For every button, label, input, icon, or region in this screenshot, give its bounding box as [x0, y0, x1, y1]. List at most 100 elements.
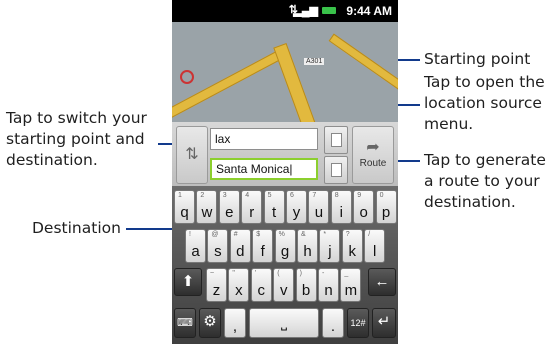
callout-switch: Tap to switch your starting point and de…	[6, 109, 147, 169]
key-label: c	[257, 282, 266, 299]
location-source-icon	[331, 163, 342, 177]
destination-field[interactable]: Santa Monica|	[210, 158, 318, 180]
key-h[interactable]: & h	[297, 229, 318, 263]
backspace-icon: ←	[374, 273, 390, 290]
period-key[interactable]: .	[322, 308, 344, 338]
starting-point-value: lax	[215, 132, 231, 146]
callout-route: Tap to generate a route to your destinat…	[424, 151, 546, 211]
key-label: v	[279, 282, 288, 299]
key-p[interactable]: 0p	[375, 190, 397, 224]
key-alt-label: "	[232, 270, 235, 277]
key-q[interactable]: 1q	[174, 190, 195, 224]
key-label: n	[324, 282, 333, 299]
key-label: e	[225, 204, 234, 221]
symbols-key[interactable]: 12#	[347, 308, 369, 338]
key-w[interactable]: 2w	[196, 190, 218, 224]
key-o[interactable]: 9o	[353, 190, 375, 224]
key-s[interactable]: @ s	[207, 229, 229, 263]
key-v[interactable]: (v	[273, 268, 295, 302]
key-alt-label: !	[189, 231, 191, 238]
key-alt-label: @	[211, 231, 219, 238]
shift-key[interactable]: ⬆	[174, 268, 202, 296]
key-n[interactable]: -n	[318, 268, 339, 302]
swap-button[interactable]: ⇅	[176, 126, 208, 184]
key-d[interactable]: # d	[229, 229, 251, 263]
enter-key[interactable]: ↵	[372, 308, 396, 338]
key-alt-label: ~	[210, 270, 215, 277]
start-location-source-button[interactable]	[324, 126, 348, 154]
key-y[interactable]: 6y	[286, 190, 307, 224]
map-road-label: A301	[304, 58, 325, 65]
symbols-key-label: 12#	[350, 318, 366, 328]
key-alt-label: 2	[200, 192, 205, 199]
map-road	[172, 47, 289, 122]
key-k[interactable]: ? k	[341, 229, 363, 263]
key-alt-label: _	[344, 270, 349, 277]
key-u[interactable]: 7u	[308, 190, 330, 224]
key-label: o	[359, 204, 368, 221]
enter-icon: ↵	[377, 313, 391, 330]
key-label: t	[272, 204, 277, 221]
key-label: r	[249, 204, 255, 221]
key-alt-label: 6	[290, 192, 294, 199]
keyboard-icon: ⌨	[177, 317, 193, 329]
key-label: g	[280, 243, 290, 260]
backspace-key[interactable]: ←	[368, 268, 396, 296]
key-label: l	[373, 243, 377, 260]
key-i[interactable]: 8i	[330, 190, 352, 224]
key-alt-label: &	[301, 231, 306, 238]
key-label: k	[348, 243, 357, 260]
route-arrow-icon: ➦	[366, 137, 380, 156]
map-road	[273, 42, 325, 122]
key-alt-label: 4	[245, 192, 250, 199]
key-e[interactable]: 3e	[218, 190, 240, 224]
key-a[interactable]: ! a	[185, 229, 206, 263]
key-b[interactable]: ) b	[295, 268, 317, 302]
comma-key[interactable]: ,	[224, 308, 246, 338]
key-x[interactable]: " x	[228, 268, 250, 302]
space-key[interactable]: ⎵	[249, 308, 319, 338]
key-j[interactable]: * j	[319, 229, 341, 263]
starting-point-field[interactable]: lax	[210, 128, 318, 150]
battery-icon	[322, 7, 336, 14]
key-alt-label: 8	[334, 192, 339, 199]
location-source-icon	[331, 133, 342, 147]
key-alt-label: 0	[379, 192, 384, 199]
key-label: x	[235, 282, 243, 299]
key-alt-label: )	[299, 270, 302, 277]
key-l[interactable]: / l	[364, 229, 386, 263]
key-t[interactable]: 5t	[263, 190, 285, 224]
settings-key[interactable]: ⚙	[199, 308, 221, 338]
space-icon: ⎵	[280, 314, 287, 331]
key-z[interactable]: ~ z	[206, 268, 227, 302]
key-alt-label: #	[233, 231, 238, 238]
key-alt-label: ?	[345, 231, 350, 238]
key-label: s	[214, 243, 222, 260]
key-alt-label: 9	[357, 192, 362, 199]
route-button[interactable]: ➦ Route	[352, 126, 394, 184]
key-label: h	[303, 243, 312, 260]
destination-location-source-button[interactable]	[324, 156, 348, 184]
key-label: p	[381, 204, 391, 221]
key-f[interactable]: $ f	[252, 229, 274, 263]
key-label: y	[292, 204, 301, 221]
key-m[interactable]: _ m	[340, 268, 362, 302]
key-alt-label: 3	[222, 192, 227, 199]
key-label: f	[260, 243, 265, 260]
callout-location-source: Tap to open the location source menu.	[424, 73, 545, 133]
key-label: z	[212, 282, 221, 299]
shift-icon: ⬆	[181, 273, 195, 290]
key-label: q	[180, 204, 189, 221]
map-view[interactable]: A301	[172, 22, 398, 122]
signal-icon: ▂▄▆	[293, 5, 318, 17]
key-alt-label: %	[278, 231, 285, 238]
keyboard-settings-key[interactable]: ⌨	[174, 308, 196, 338]
key-label: m	[344, 282, 358, 299]
key-c[interactable]: ' c	[250, 268, 272, 302]
key-label: d	[236, 243, 245, 260]
key-g[interactable]: % g	[274, 229, 296, 263]
key-alt-label: 5	[267, 192, 272, 199]
key-label: j	[328, 243, 332, 260]
key-r[interactable]: 4r	[241, 190, 263, 224]
comma-key-label: ,	[232, 318, 238, 335]
